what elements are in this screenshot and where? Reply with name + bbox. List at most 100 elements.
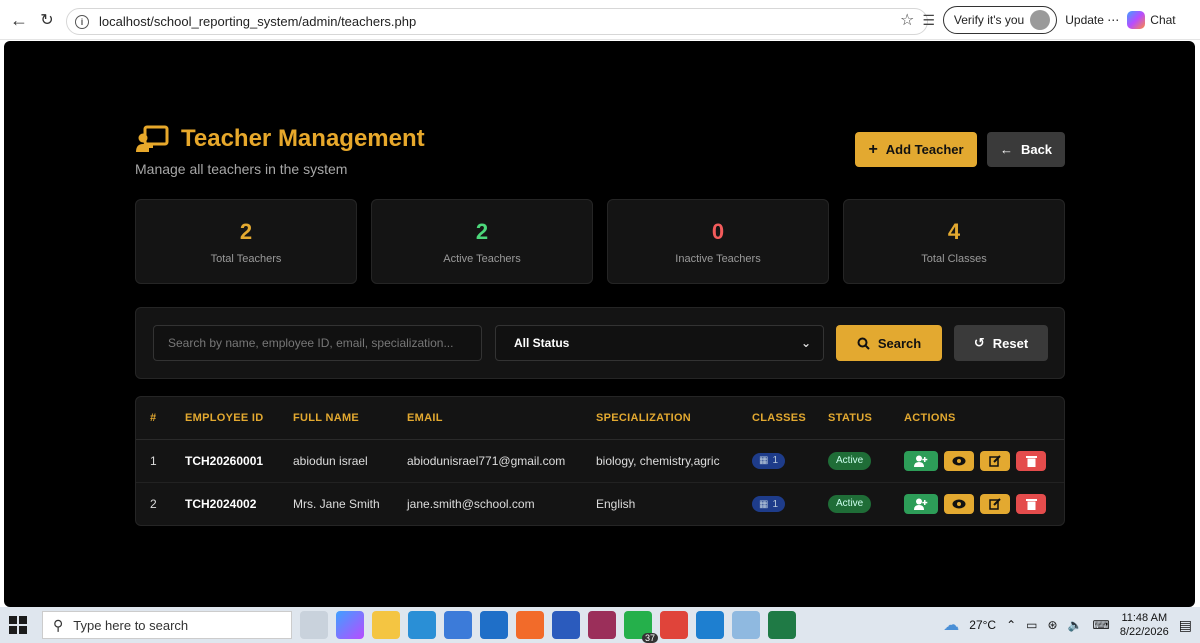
col-header-employee-id: EMPLOYEE ID: [185, 397, 293, 440]
url-text: localhost/school_reporting_system/admin/…: [99, 14, 417, 29]
file-explorer-icon[interactable]: [372, 611, 400, 639]
task-view-icon[interactable]: [300, 611, 328, 639]
edge-icon[interactable]: [408, 611, 436, 639]
col-header-full-name: FULL NAME: [293, 397, 407, 440]
mail-icon[interactable]: [480, 611, 508, 639]
reset-label: Reset: [992, 335, 1029, 351]
copilot-chat-button[interactable]: Chat: [1127, 11, 1176, 29]
col-header-status: STATUS: [828, 397, 904, 440]
chevron-down-icon: ⌄: [800, 336, 811, 350]
classes-count: 1: [772, 498, 779, 510]
cell-number: 2: [150, 496, 157, 511]
cell-status: Active: [828, 439, 904, 483]
edit-button[interactable]: [980, 493, 1010, 514]
teachers-table: # EMPLOYEE ID FULL NAME EMAIL SPECIALIZA…: [136, 397, 1064, 525]
delete-button[interactable]: [1016, 493, 1046, 514]
col-header-specialization: SPECIALIZATION: [596, 397, 752, 440]
assign-class-button[interactable]: [904, 450, 938, 471]
cell-actions: [904, 482, 1064, 525]
classes-badge: ▦ 1: [752, 496, 786, 512]
assign-class-button[interactable]: [904, 493, 938, 514]
taskbar-search-placeholder: Type here to search: [73, 617, 189, 633]
favorites-icon[interactable]: ☰: [922, 12, 935, 29]
cell-email: jane.smith@school.com: [407, 496, 535, 511]
school-icon: ▦: [759, 455, 769, 467]
classes-count: 1: [772, 455, 779, 467]
chalkboard-teacher-icon: [136, 125, 169, 152]
eye-icon: [952, 456, 966, 465]
verify-label: Verify it's you: [953, 13, 1025, 27]
cell-employee-id: TCH20260001: [185, 439, 293, 483]
edit-button[interactable]: [980, 450, 1010, 471]
cell-specialization: biology, chemistry,agric: [596, 439, 752, 483]
notepad-icon[interactable]: [732, 611, 760, 639]
pdf-icon[interactable]: [660, 611, 688, 639]
add-teacher-button[interactable]: + Add Teacher: [855, 132, 977, 167]
chat-label: Chat: [1150, 13, 1176, 27]
battery-icon[interactable]: ▭: [1026, 618, 1037, 632]
avatar: [1030, 10, 1051, 30]
view-button[interactable]: [944, 493, 974, 514]
stat-value: 2: [475, 218, 489, 244]
notifications-icon[interactable]: ▤: [1179, 617, 1192, 634]
update-button[interactable]: Update ⋯: [1065, 13, 1119, 27]
address-bar[interactable]: i localhost/school_reporting_system/admi…: [66, 8, 928, 35]
star-icon[interactable]: ☆: [900, 10, 914, 30]
stat-label: Total Teachers: [210, 252, 282, 265]
taskbar-search[interactable]: ⚲ Type here to search: [42, 611, 292, 639]
reset-button[interactable]: ↺ Reset: [954, 325, 1048, 361]
clock-time: 11:48 AM: [1121, 612, 1168, 624]
copilot-app-icon[interactable]: [336, 611, 364, 639]
stat-label: Total Classes: [921, 252, 987, 265]
stat-value: 2: [239, 218, 253, 244]
weather-temp[interactable]: 27°C: [969, 618, 996, 632]
status-select[interactable]: All Status ⌄: [495, 325, 824, 361]
search-input[interactable]: [153, 325, 482, 361]
winrar-icon[interactable]: [588, 611, 616, 639]
undo-icon: ↺: [973, 335, 985, 350]
stat-card-active-teachers: 2 Active Teachers: [371, 199, 593, 284]
cell-classes: ▦ 1: [752, 439, 828, 483]
status-badge: Active: [828, 451, 872, 470]
notification-badge: 37: [641, 633, 658, 643]
col-header-classes: CLASSES: [752, 397, 828, 440]
clock[interactable]: 11:48 AM 8/22/2026: [1120, 611, 1169, 639]
vscode-icon[interactable]: [696, 611, 724, 639]
excel-icon[interactable]: [768, 611, 796, 639]
keyboard-icon[interactable]: ⌨: [1093, 618, 1110, 632]
cell-number: 1: [136, 439, 185, 483]
browser-toolbar: ← ↻ i localhost/school_reporting_system/…: [0, 0, 1200, 40]
trash-icon: [1025, 455, 1037, 467]
info-icon[interactable]: i: [75, 14, 89, 29]
view-button[interactable]: [944, 450, 974, 471]
clock-date: 8/22/2026: [1119, 626, 1169, 638]
verify-button[interactable]: Verify it's you: [942, 6, 1058, 34]
arrow-left-icon: ←: [999, 142, 1013, 157]
delete-button[interactable]: [1016, 450, 1046, 471]
windows-icon: [9, 616, 27, 634]
plus-icon: +: [868, 140, 878, 158]
whatsapp-icon[interactable]: 37: [624, 611, 658, 643]
trash-icon: [1025, 498, 1037, 510]
wifi-icon[interactable]: ⊛: [1047, 618, 1057, 632]
chevron-up-icon[interactable]: ⌃: [1006, 618, 1016, 632]
xampp-icon[interactable]: [516, 611, 544, 639]
reload-icon[interactable]: ↻: [34, 7, 60, 33]
volume-icon[interactable]: 🔈: [1068, 618, 1083, 632]
search-button[interactable]: Search: [836, 325, 942, 361]
weather-icon[interactable]: ☁: [943, 615, 959, 635]
word-icon[interactable]: [552, 611, 580, 639]
browser-actions: ☆ ☰ Verify it's you Update ⋯ Chat: [900, 6, 1200, 34]
back-button[interactable]: ← Back: [987, 132, 1065, 167]
start-button[interactable]: [0, 607, 36, 643]
teachers-table-card: # EMPLOYEE ID FULL NAME EMAIL SPECIALIZA…: [135, 396, 1065, 526]
main-content: Teacher Management Manage all teachers i…: [135, 41, 1065, 607]
store-icon[interactable]: [444, 611, 472, 639]
edit-icon: [989, 454, 1001, 467]
stat-value: 4: [947, 218, 961, 244]
back-arrow-icon[interactable]: ←: [6, 7, 32, 33]
filter-panel: All Status ⌄ Search ↺ Reset: [135, 307, 1065, 379]
cell-status: Active: [828, 482, 904, 525]
stats-row: 2 Total Teachers 2 Active Teachers 0 Ina…: [135, 199, 1065, 284]
cell-specialization: English: [596, 496, 636, 511]
